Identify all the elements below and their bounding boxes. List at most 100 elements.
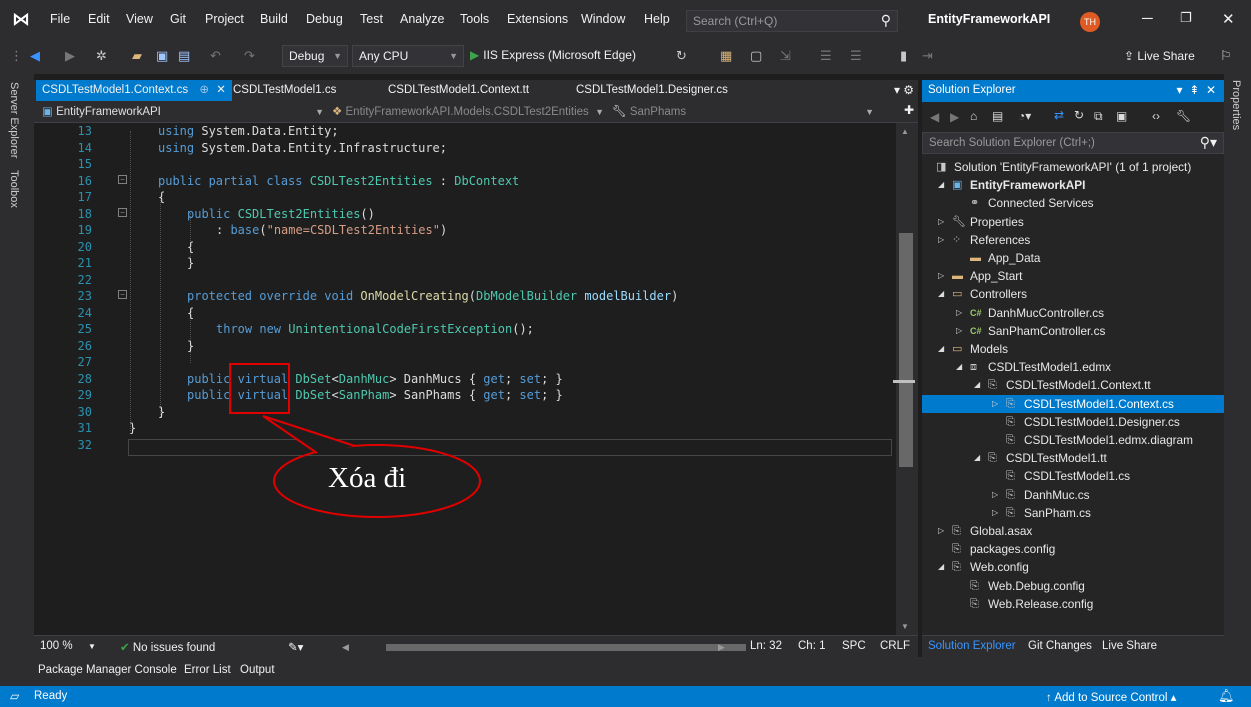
- tree-item[interactable]: ◢ ▣ EntityFrameworkAPI: [922, 176, 1224, 194]
- collapse-all-icon[interactable]: ⧉: [1094, 109, 1103, 124]
- tree-item[interactable]: ⎘ CSDLTestModel1.cs: [922, 467, 1224, 485]
- scrollbar-thumb[interactable]: [899, 233, 913, 467]
- tree-item[interactable]: ◢ ⎘ CSDLTestModel1.tt: [922, 449, 1224, 467]
- collapsed-arrow-icon[interactable]: ▷: [938, 213, 944, 231]
- whitespace-indicator[interactable]: SPC: [842, 640, 866, 652]
- project-dropdown[interactable]: ▣ EntityFrameworkAPI ▼: [38, 103, 328, 121]
- server-explorer-tab[interactable]: Server Explorer: [8, 82, 20, 158]
- solution-explorer-title-bar[interactable]: Solution Explorer ▾ ⇞ ✕: [922, 80, 1224, 102]
- platform-select[interactable]: Any CPU ▼: [352, 45, 464, 67]
- tree-item[interactable]: ◢ ▭ Models: [922, 340, 1224, 358]
- tree-item[interactable]: ▷ ⎘ Global.asax: [922, 522, 1224, 540]
- tree-item[interactable]: ⎘ CSDLTestModel1.edmx.diagram: [922, 431, 1224, 449]
- split-icon[interactable]: ✚: [904, 103, 914, 117]
- tab-live-share[interactable]: Live Share: [1102, 640, 1157, 652]
- output-icon[interactable]: ▱: [10, 689, 19, 703]
- expanded-arrow-icon[interactable]: ◢: [938, 340, 944, 358]
- step-icon[interactable]: ⇲: [780, 48, 791, 64]
- tree-item[interactable]: ◢ ⎘ Web.config: [922, 558, 1224, 576]
- uncomment-icon[interactable]: ☰: [850, 48, 862, 64]
- tree-item[interactable]: ◨ Solution 'EntityFrameworkAPI' (1 of 1 p…: [922, 158, 1224, 176]
- expanded-arrow-icon[interactable]: ◢: [974, 449, 980, 467]
- open-folder-icon[interactable]: ▰: [132, 48, 142, 64]
- save-icon[interactable]: ▣: [156, 48, 168, 64]
- pending-changes-icon[interactable]: ◔▾: [1018, 109, 1031, 123]
- collapse-icon[interactable]: −: [118, 290, 127, 299]
- refresh-icon[interactable]: ↻: [1074, 108, 1084, 122]
- tree-item[interactable]: ▷ ⎘ DanhMuc.cs: [922, 486, 1224, 504]
- scroll-down-icon[interactable]: ▼: [901, 622, 909, 631]
- tab-error-list[interactable]: Error List: [184, 664, 231, 676]
- show-all-files-icon[interactable]: ▣: [1116, 109, 1127, 123]
- tree-item[interactable]: ◢ ⧈ CSDLTestModel1.edmx: [922, 358, 1224, 376]
- expanded-arrow-icon[interactable]: ◢: [938, 285, 944, 303]
- save-all-icon[interactable]: ▤: [178, 48, 190, 64]
- tree-item[interactable]: ⎘ Web.Debug.config: [922, 577, 1224, 595]
- home-icon[interactable]: ⌂: [970, 109, 977, 123]
- collapsed-arrow-icon[interactable]: ▷: [938, 267, 944, 285]
- collapsed-arrow-icon[interactable]: ▷: [956, 322, 962, 340]
- horizontal-scrollbar-thumb[interactable]: [386, 644, 746, 651]
- menu-file[interactable]: File: [50, 12, 70, 26]
- tab-output[interactable]: Output: [240, 664, 275, 676]
- tree-item[interactable]: ⚭ Connected Services: [922, 194, 1224, 212]
- tree-item[interactable]: ⎘ packages.config: [922, 540, 1224, 558]
- tab-list-icon[interactable]: ▾: [894, 80, 900, 101]
- tab-context-tt[interactable]: CSDLTestModel1.Context.tt: [382, 80, 535, 101]
- member-dropdown[interactable]: 🔧︎ SanPhams ▼: [608, 103, 878, 121]
- collapse-icon[interactable]: −: [118, 207, 127, 217]
- menu-git[interactable]: Git: [170, 12, 186, 26]
- tab-solution-explorer[interactable]: Solution Explorer: [928, 640, 1016, 652]
- menu-tools[interactable]: Tools: [460, 12, 489, 26]
- tab-designer-cs[interactable]: CSDLTestModel1.Designer.cs: [570, 80, 734, 101]
- solution-explorer-search-input[interactable]: Search Solution Explorer (Ctrl+;) ⚲▾: [922, 132, 1224, 154]
- tree-item[interactable]: ▷ ⎘ SanPham.cs: [922, 504, 1224, 522]
- toolbox-tab[interactable]: Toolbox: [8, 170, 20, 208]
- properties-tab[interactable]: Properties: [1230, 80, 1242, 130]
- back-icon[interactable]: ◀: [30, 48, 40, 64]
- tree-item[interactable]: ▷ ⎘ CSDLTestModel1.Context.cs: [922, 394, 1224, 413]
- expanded-arrow-icon[interactable]: ◢: [956, 358, 962, 376]
- close-icon[interactable]: ✕: [1222, 10, 1235, 28]
- code-view-icon[interactable]: ‹›: [1152, 109, 1160, 123]
- menu-debug[interactable]: Debug: [306, 12, 343, 26]
- tree-item[interactable]: ⎘ Web.Release.config: [922, 595, 1224, 613]
- menu-extensions[interactable]: Extensions: [507, 12, 568, 26]
- tree-item[interactable]: ◢ ▭ Controllers: [922, 285, 1224, 303]
- search-input[interactable]: Search (Ctrl+Q) ⚲: [686, 10, 898, 32]
- bookmark-icon[interactable]: ▮: [900, 48, 907, 64]
- menu-window[interactable]: Window: [581, 12, 625, 26]
- issues-indicator[interactable]: ✔ No issues found: [120, 640, 215, 654]
- tree-item[interactable]: ◢ ⎘ CSDLTestModel1.Context.tt: [922, 376, 1224, 394]
- menu-view[interactable]: View: [126, 12, 153, 26]
- collapsed-arrow-icon[interactable]: ▷: [938, 231, 944, 249]
- refresh-icon[interactable]: ↻: [676, 48, 687, 64]
- bookmark-nav-icon[interactable]: ⇥: [922, 48, 933, 64]
- sync-icon[interactable]: ⇄: [1054, 108, 1064, 122]
- scroll-right-icon[interactable]: ▶: [718, 642, 725, 653]
- collapse-icon[interactable]: −: [118, 174, 127, 184]
- tree-item[interactable]: ▷ ⁘ References: [922, 231, 1224, 249]
- class-dropdown[interactable]: ❖ EntityFrameworkAPI.Models.CSDLTest2Ent…: [328, 103, 608, 121]
- collapsed-arrow-icon[interactable]: ▷: [956, 304, 962, 322]
- comment-icon[interactable]: ☰: [820, 48, 832, 64]
- restore-icon[interactable]: ❐: [1180, 10, 1192, 26]
- forward-icon[interactable]: ▶: [65, 48, 75, 64]
- expanded-arrow-icon[interactable]: ◢: [974, 376, 980, 394]
- tree-item[interactable]: ▷ ▬ App_Start: [922, 267, 1224, 285]
- expanded-arrow-icon[interactable]: ◢: [938, 176, 944, 194]
- live-share-button[interactable]: ⇪ Live Share: [1124, 49, 1195, 63]
- notification-bell-icon[interactable]: 🔔︎: [1218, 688, 1235, 704]
- configuration-select[interactable]: Debug ▼: [282, 45, 348, 67]
- collapsed-arrow-icon[interactable]: ▷: [938, 522, 944, 540]
- add-to-source-control-button[interactable]: ↑ Add to Source Control ▴: [1046, 690, 1176, 704]
- line-ending-indicator[interactable]: CRLF: [880, 640, 910, 652]
- menu-build[interactable]: Build: [260, 12, 288, 26]
- back-icon[interactable]: ◀: [930, 110, 939, 124]
- switch-views-icon[interactable]: ▤: [992, 109, 1003, 123]
- tree-item[interactable]: ⎘ CSDLTestModel1.Designer.cs: [922, 413, 1224, 431]
- collapsed-arrow-icon[interactable]: ▷: [992, 486, 998, 504]
- browser-link-icon[interactable]: ▦: [720, 48, 732, 64]
- menu-edit[interactable]: Edit: [88, 12, 110, 26]
- collapsed-arrow-icon[interactable]: ▷: [992, 395, 998, 413]
